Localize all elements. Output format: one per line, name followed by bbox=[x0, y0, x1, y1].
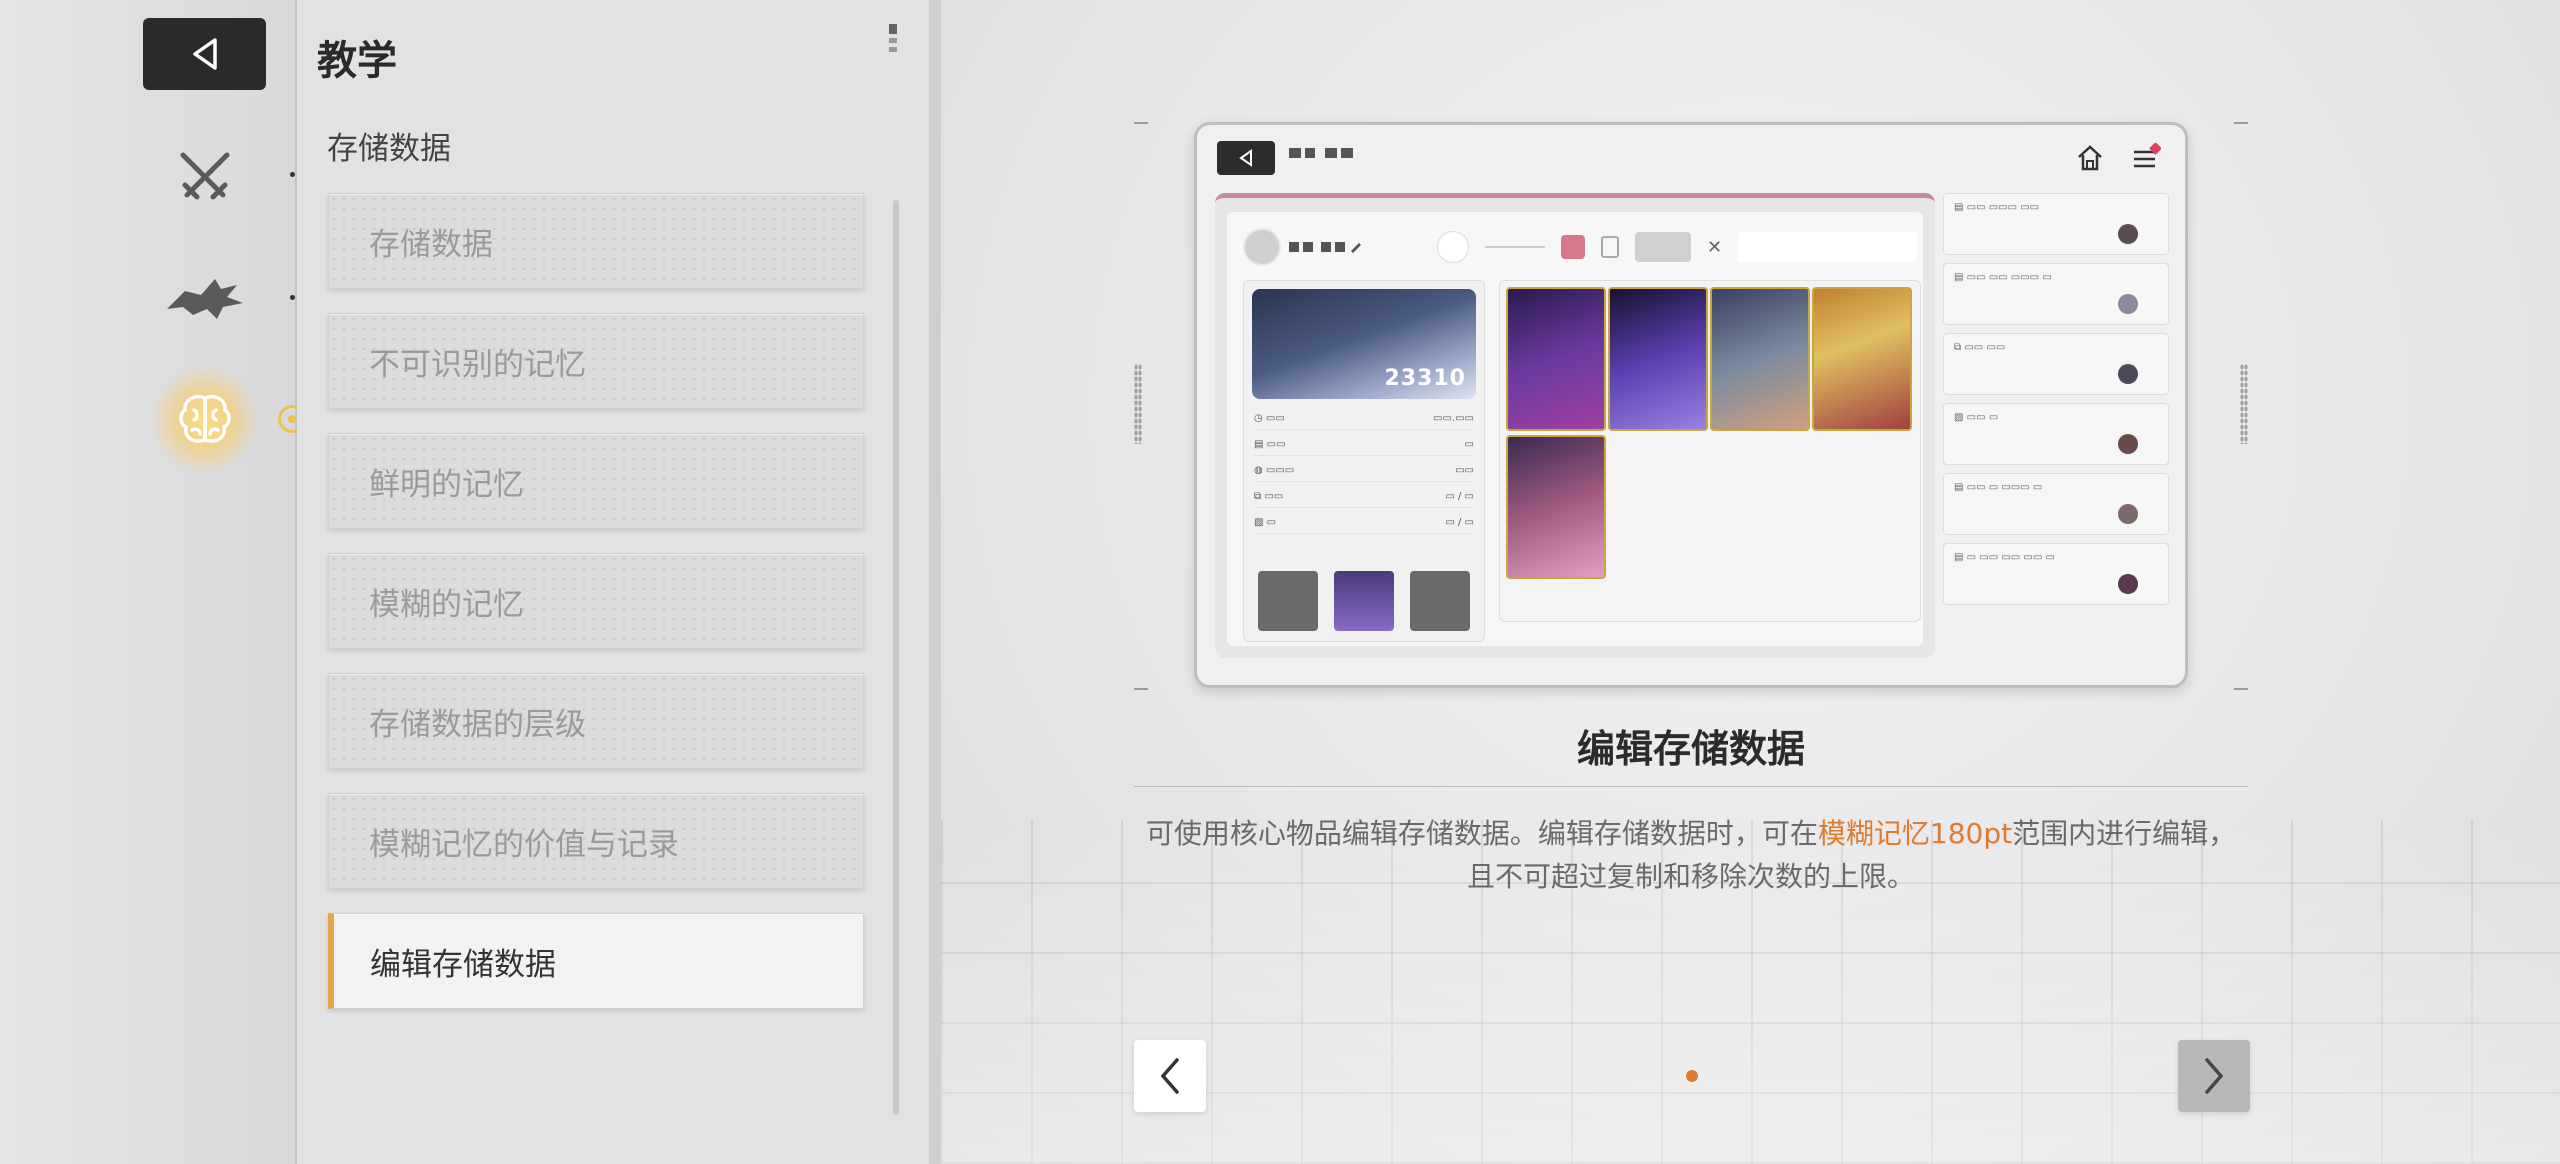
chevron-left-icon bbox=[1160, 1058, 1179, 1094]
crossed-swords-icon[interactable] bbox=[170, 142, 240, 212]
preview-title-placeholder bbox=[1289, 145, 1359, 164]
chevron-right-icon bbox=[2205, 1058, 2224, 1094]
description-text: 可使用核心物品编辑存储数据。编辑存储数据时，可在 bbox=[1145, 817, 1818, 850]
description-highlight: 模糊记忆180pt bbox=[1817, 817, 2013, 850]
tutorial-preview-image: ✕ 23310 ◷ ▭▭ ▭▭.▭▭ ▤ ▭▭ ▭ ◍ ▭▭▭ ▭▭ ⧉ ▭▭ ▭ / … bbox=[1194, 122, 2188, 688]
menu-item-blurry-memory[interactable]: 模糊的记忆 bbox=[328, 553, 864, 649]
menu-item-storage-data[interactable]: 存储数据 bbox=[328, 193, 864, 289]
tutorial-menu-panel: 教学 存储数据 存储数据 不可识别的记忆 鲜明的记忆 模糊的记忆 存储数据的层级… bbox=[297, 0, 941, 1164]
menu-icon bbox=[2131, 142, 2162, 173]
frame-corner bbox=[1134, 122, 1148, 124]
back-arrow-icon bbox=[192, 38, 217, 70]
back-button[interactable] bbox=[143, 18, 266, 90]
menu-item-blurry-memory-value[interactable]: 模糊记忆的价值与记录 bbox=[328, 793, 864, 889]
beast-icon[interactable] bbox=[160, 262, 250, 332]
menu-item-edit-storage-data[interactable]: 编辑存储数据 bbox=[328, 913, 864, 1009]
home-icon bbox=[2075, 143, 2105, 173]
menu-item-unidentifiable-memory[interactable]: 不可识别的记忆 bbox=[328, 313, 864, 409]
preview-deck-card: ✕ 23310 ◷ ▭▭ ▭▭.▭▭ ▤ ▭▭ ▭ ◍ ▭▭▭ ▭▭ ⧉ ▭▭ ▭ / … bbox=[1215, 193, 1935, 658]
preview-banner: 23310 bbox=[1252, 289, 1476, 399]
page-indicator-dot bbox=[1686, 1070, 1698, 1082]
menu-item-storage-tiers[interactable]: 存储数据的层级 bbox=[328, 673, 864, 769]
side-dots-right bbox=[2240, 364, 2248, 444]
frame-corner bbox=[2234, 122, 2248, 124]
preview-toolbar: ✕ bbox=[1437, 230, 1917, 264]
divider bbox=[1134, 786, 2248, 787]
icon-rail bbox=[0, 0, 306, 1164]
brain-icon[interactable] bbox=[170, 385, 240, 455]
content-title: 编辑存储数据 bbox=[1576, 727, 1805, 771]
preview-card-grid bbox=[1499, 280, 1921, 622]
preview-profile bbox=[1243, 228, 1363, 266]
menu-item-vivid-memory[interactable]: 鲜明的记忆 bbox=[328, 433, 864, 529]
scrollbar[interactable] bbox=[893, 200, 899, 1115]
preview-back-icon bbox=[1217, 141, 1275, 175]
page-title: 教学 bbox=[317, 38, 397, 84]
rail-dot bbox=[290, 172, 295, 177]
rail-dot bbox=[290, 295, 295, 300]
section-label: 存储数据 bbox=[327, 131, 451, 167]
preview-top-icons bbox=[2075, 142, 2162, 173]
previous-page-button[interactable] bbox=[1134, 1040, 1206, 1112]
panel-options-icon[interactable] bbox=[889, 24, 897, 56]
next-page-button[interactable] bbox=[2178, 1040, 2250, 1112]
side-dots-left bbox=[1134, 364, 1142, 444]
preview-deck-summary: 23310 ◷ ▭▭ ▭▭.▭▭ ▤ ▭▭ ▭ ◍ ▭▭▭ ▭▭ ⧉ ▭▭ ▭ / ▭ … bbox=[1243, 280, 1485, 642]
preview-score: 23310 bbox=[1384, 366, 1466, 391]
content-description: 可使用核心物品编辑存储数据。编辑存储数据时，可在模糊记忆180pt范围内进行编辑… bbox=[1134, 812, 2248, 898]
frame-corner bbox=[1134, 688, 1148, 690]
frame-corner bbox=[2234, 688, 2248, 690]
